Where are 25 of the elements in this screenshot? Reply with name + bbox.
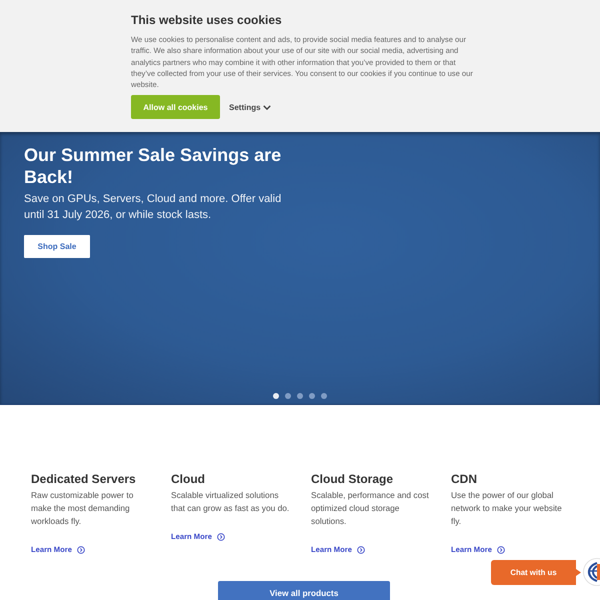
cookie-title: This website uses cookies (131, 13, 283, 28)
product-description: Use the power of our global network to make your website fly. (451, 489, 563, 528)
product-description: Raw customizable power to make the most demanding workloads fly. (31, 489, 134, 528)
product-description: Scalable, performance and cost optimized cloud storage solutions. (311, 489, 430, 528)
product-title: CDN (451, 471, 478, 487)
view-all-products-button[interactable]: View all products (218, 581, 390, 600)
hero-title: Our Summer Sale Savings are Back! (24, 144, 282, 188)
slide-dot[interactable] (285, 393, 291, 399)
chat-logo-icon[interactable] (583, 558, 600, 586)
circle-chevron-icon (216, 533, 225, 541)
product-title: Cloud (171, 471, 206, 487)
product-title: Cloud Storage (311, 471, 394, 487)
circle-chevron-icon (76, 546, 85, 554)
slide-dot[interactable] (309, 393, 315, 399)
slide-dot[interactable] (297, 393, 303, 399)
hero-text: Save on GPUs, Servers, Cloud and more. Offer valid until 31 July 2026, or while stock lasts. (24, 192, 282, 224)
product-title: Dedicated Servers (31, 471, 137, 487)
circle-chevron-icon (356, 546, 365, 554)
chevron-down-icon (262, 104, 271, 110)
slide-dot[interactable] (273, 393, 279, 399)
shop-sale-button[interactable]: Shop Sale (24, 235, 90, 258)
circle-chevron-icon (496, 546, 505, 554)
slide-dot[interactable] (321, 393, 327, 399)
settings-button[interactable]: Settings (229, 102, 271, 112)
product-description: Scalable virtualized solutions that can grow as fast as you do. (171, 489, 290, 515)
